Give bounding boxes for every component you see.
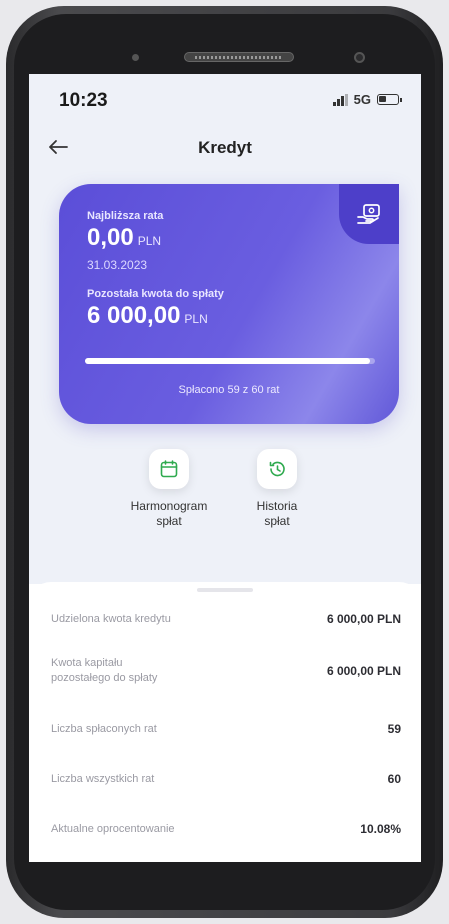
remaining-label: Pozostała kwota do spłaty <box>87 288 224 300</box>
network-label: 5G <box>353 92 371 107</box>
sheet-handle[interactable] <box>197 588 253 592</box>
detail-label: Udzielona kwota kredytu <box>51 613 171 625</box>
payment-icon <box>357 204 380 224</box>
app-screen: 10:23 5G Kredyt Najbliższa rata 0,00PLN <box>29 74 421 862</box>
detail-value: 6 000,00 PLN <box>326 663 401 678</box>
detail-label: Aktualne oprocentowanie <box>51 823 175 835</box>
sensor-dot <box>132 54 139 61</box>
detail-value: 60 <box>387 772 401 787</box>
front-camera <box>354 52 365 63</box>
remaining-value: 6 000,00 <box>87 302 181 329</box>
next-installment-amount: 0,00 PLN <box>87 224 161 252</box>
detail-label: Liczba wszystkich rat <box>51 773 155 785</box>
remaining-currency: PLN <box>184 312 208 326</box>
page-title: Kredyt <box>198 138 252 157</box>
detail-row: Liczba wszystkich rat 60 <box>51 772 401 787</box>
history-icon <box>269 461 285 477</box>
status-indicators: 5G <box>332 92 402 107</box>
detail-row: Liczba spłaconych rat 59 <box>51 722 401 737</box>
remaining-amount: 6 000,00 PLN <box>87 302 208 330</box>
detail-label: Liczba spłaconych rat <box>51 723 157 735</box>
detail-value: 6 000,00 PLN <box>326 612 401 627</box>
detail-row: Udzielona kwota kredytu 6 000,00 PLN <box>51 612 401 627</box>
card-corner[interactable] <box>339 184 399 244</box>
status-bar: 10:23 5G <box>29 74 421 124</box>
next-installment-currency: PLN <box>137 234 162 248</box>
schedule-button[interactable]: Harmonogram spłat <box>114 449 224 529</box>
detail-value: 10.08% <box>360 822 401 837</box>
detail-label: Kwota kapitału pozostałego do spłaty <box>51 657 158 684</box>
history-button[interactable]: Historia spłat <box>222 449 332 529</box>
next-installment-label: Najbliższa rata <box>87 210 164 222</box>
signal-icon <box>332 93 348 106</box>
history-label: Historia spłat <box>256 499 298 528</box>
speaker-grille <box>184 52 294 62</box>
details-sheet: Udzielona kwota kredytu 6 000,00 PLN Kwo… <box>29 582 421 862</box>
history-icon-box <box>257 449 297 489</box>
credit-summary-card: Najbliższa rata 0,00 PLN 31.03.2023 Pozos… <box>59 184 399 424</box>
battery-icon <box>377 94 402 105</box>
nav-header: Kredyt <box>29 126 421 166</box>
progress-caption: Spłacono 59 z 60 rat <box>178 384 280 396</box>
next-installment-date: 31.03.2023 <box>87 258 148 272</box>
repayment-progress-fill <box>85 358 371 364</box>
action-buttons: Harmonogram spłat Historia spłat <box>29 449 421 559</box>
detail-row: Aktualne oprocentowanie 10.08% <box>51 822 401 837</box>
calendar-icon <box>160 460 178 478</box>
status-time: 10:23 <box>59 90 108 111</box>
detail-row: Kwota kapitału pozostałego do spłaty 6 0… <box>51 656 401 686</box>
repayment-progress-bar <box>85 358 375 364</box>
detail-value: 59 <box>387 722 401 737</box>
schedule-label: Harmonogram spłat <box>130 499 208 528</box>
next-installment-value: 0,00 <box>87 224 134 251</box>
schedule-icon-box <box>149 449 189 489</box>
